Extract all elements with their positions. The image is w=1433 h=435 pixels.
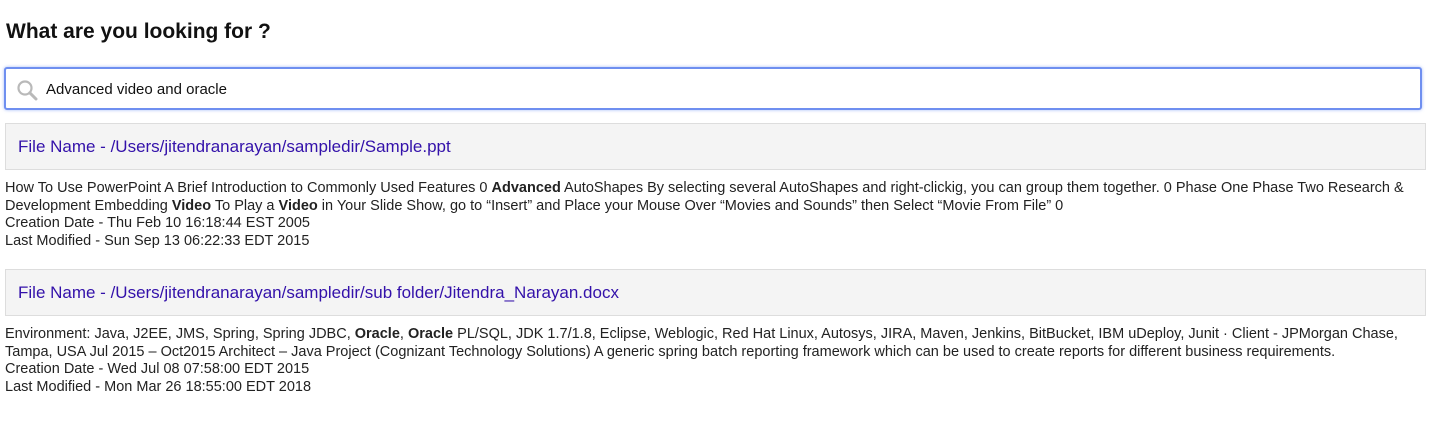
result-body: Environment: Java, J2EE, JMS, Spring, Sp… [5, 326, 1426, 396]
snippet-highlight: Advanced [491, 180, 561, 196]
snippet-highlight: Video [278, 197, 318, 214]
snippet-highlight: Oracle [354, 326, 400, 342]
result-snippet: Environment: Java, J2EE, JMS, Spring, Sp… [5, 326, 1426, 361]
search-result: File Name - /Users/jitendranarayan/sampl… [5, 269, 1426, 396]
snippet-text: in Your Slide Show, go to “Insert” and P… [317, 197, 1064, 214]
search-input[interactable] [46, 75, 1406, 103]
last-modified: Last Modified - Mon Mar 26 18:55:00 EDT … [5, 378, 312, 395]
result-file-link[interactable]: File Name - /Users/jitendranarayan/sampl… [18, 137, 451, 157]
result-header: File Name - /Users/jitendranarayan/sampl… [5, 269, 1426, 316]
result-snippet: How To Use PowerPoint A Brief Introducti… [5, 180, 1426, 215]
creation-date: Creation Date - Wed Jul 08 07:58:00 EDT … [5, 361, 310, 377]
creation-date: Creation Date - Thu Feb 10 16:18:44 EST … [5, 215, 310, 231]
last-modified: Last Modified - Sun Sep 13 06:22:33 EDT … [5, 232, 310, 249]
snippet-highlight: Oracle [407, 326, 454, 342]
search-result: File Name - /Users/jitendranarayan/sampl… [5, 123, 1426, 250]
snippet-text: Environment: Java, J2EE, JMS, Spring, Sp… [5, 326, 355, 342]
snippet-text: To Play a [211, 197, 279, 214]
page-title: What are you looking for ? [6, 20, 271, 43]
snippet-highlight: Video [171, 197, 212, 214]
search-box[interactable] [4, 67, 1422, 110]
result-header: File Name - /Users/jitendranarayan/sampl… [5, 123, 1426, 170]
search-icon [16, 79, 40, 101]
snippet-text: How To Use PowerPoint A Brief Introducti… [5, 180, 492, 196]
result-file-link[interactable]: File Name - /Users/jitendranarayan/sampl… [18, 283, 619, 303]
result-body: How To Use PowerPoint A Brief Introducti… [5, 180, 1426, 250]
snippet-text: , [399, 326, 408, 342]
